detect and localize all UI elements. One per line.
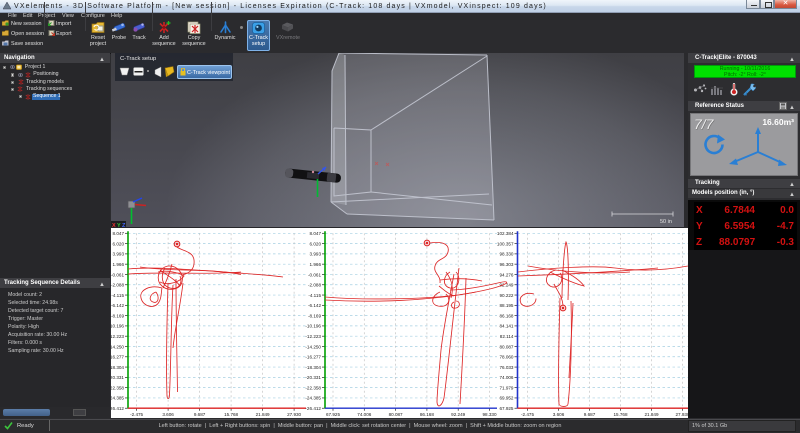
svg-text:9.687: 9.687 bbox=[584, 412, 596, 417]
svg-text:8.047: 8.047 bbox=[113, 231, 125, 236]
svg-text:1.966: 1.966 bbox=[310, 262, 322, 267]
svg-text:76.033: 76.033 bbox=[499, 365, 513, 370]
svg-text:-14.250: -14.250 bbox=[305, 344, 321, 349]
svg-text:-6.142: -6.142 bbox=[111, 303, 124, 308]
svg-text:-10.196: -10.196 bbox=[110, 324, 124, 329]
svg-text:3.993: 3.993 bbox=[310, 252, 322, 257]
svg-text:102.384: 102.384 bbox=[497, 231, 514, 236]
svg-text:74.006: 74.006 bbox=[357, 412, 371, 417]
svg-text:69.952: 69.952 bbox=[499, 396, 513, 401]
svg-text:-8.169: -8.169 bbox=[111, 313, 124, 318]
svg-text:-2.088: -2.088 bbox=[111, 283, 124, 288]
svg-text:15.768: 15.768 bbox=[224, 412, 238, 417]
svg-text:98.330: 98.330 bbox=[482, 412, 496, 417]
svg-text:50 in: 50 in bbox=[660, 219, 672, 225]
svg-text:74.006: 74.006 bbox=[499, 375, 513, 380]
svg-text:84.141: 84.141 bbox=[499, 324, 513, 329]
svg-text:3.606: 3.606 bbox=[553, 412, 565, 417]
svg-text:86.168: 86.168 bbox=[499, 313, 513, 318]
svg-text:71.979: 71.979 bbox=[499, 385, 513, 390]
svg-text:-6.142: -6.142 bbox=[308, 303, 321, 308]
svg-text:3.993: 3.993 bbox=[113, 252, 125, 257]
svg-text:-0.061: -0.061 bbox=[308, 272, 321, 277]
svg-text:88.195: 88.195 bbox=[499, 303, 513, 308]
svg-text:21.849: 21.849 bbox=[256, 412, 270, 417]
svg-text:94.276: 94.276 bbox=[499, 272, 513, 277]
svg-text:-0.061: -0.061 bbox=[111, 272, 124, 277]
svg-text:82.114: 82.114 bbox=[500, 334, 514, 339]
svg-text:-2.475: -2.475 bbox=[521, 412, 534, 417]
svg-text:-24.385: -24.385 bbox=[305, 396, 321, 401]
svg-text:80.087: 80.087 bbox=[499, 344, 513, 349]
svg-text:-2.088: -2.088 bbox=[308, 283, 321, 288]
svg-text:-22.358: -22.358 bbox=[305, 385, 321, 390]
svg-text:21.849: 21.849 bbox=[644, 412, 658, 417]
svg-text:-18.304: -18.304 bbox=[110, 365, 124, 370]
svg-text:-16.277: -16.277 bbox=[305, 355, 321, 360]
svg-text:27.930: 27.930 bbox=[675, 412, 689, 417]
svg-text:100.357: 100.357 bbox=[497, 241, 514, 246]
svg-text:96.303: 96.303 bbox=[499, 262, 513, 267]
svg-text:-4.115: -4.115 bbox=[308, 293, 321, 298]
svg-text:6.020: 6.020 bbox=[310, 241, 322, 246]
svg-text:-24.385: -24.385 bbox=[110, 396, 124, 401]
svg-text:-10.196: -10.196 bbox=[305, 324, 321, 329]
svg-text:-2.475: -2.475 bbox=[130, 412, 143, 417]
svg-text:6.020: 6.020 bbox=[113, 241, 125, 246]
svg-text:15.768: 15.768 bbox=[613, 412, 627, 417]
svg-text:3.606: 3.606 bbox=[162, 412, 174, 417]
svg-text:67.925: 67.925 bbox=[499, 406, 513, 411]
svg-text:1.966: 1.966 bbox=[113, 262, 125, 267]
svg-text:90.222: 90.222 bbox=[499, 293, 513, 298]
svg-text:9.687: 9.687 bbox=[194, 412, 206, 417]
svg-text:-8.169: -8.169 bbox=[308, 313, 321, 318]
svg-text:67.925: 67.925 bbox=[326, 412, 340, 417]
svg-text:-12.223: -12.223 bbox=[305, 334, 321, 339]
svg-text:-16.277: -16.277 bbox=[110, 355, 124, 360]
svg-text:80.087: 80.087 bbox=[389, 412, 403, 417]
svg-text:92.249: 92.249 bbox=[451, 412, 465, 417]
svg-text:-18.304: -18.304 bbox=[305, 365, 321, 370]
svg-text:-14.250: -14.250 bbox=[110, 344, 124, 349]
svg-text:78.060: 78.060 bbox=[499, 355, 513, 360]
svg-text:-26.412: -26.412 bbox=[110, 406, 124, 411]
svg-text:86.168: 86.168 bbox=[420, 412, 434, 417]
svg-text:-26.412: -26.412 bbox=[305, 406, 321, 411]
svg-text:98.330: 98.330 bbox=[499, 252, 513, 257]
svg-text:8.047: 8.047 bbox=[310, 231, 322, 236]
svg-text:-4.115: -4.115 bbox=[111, 293, 124, 298]
svg-text:-12.223: -12.223 bbox=[110, 334, 124, 339]
svg-text:-20.331: -20.331 bbox=[305, 375, 321, 380]
svg-text:27.930: 27.930 bbox=[287, 412, 301, 417]
svg-text:-20.331: -20.331 bbox=[110, 375, 124, 380]
svg-text:-22.358: -22.358 bbox=[110, 385, 124, 390]
